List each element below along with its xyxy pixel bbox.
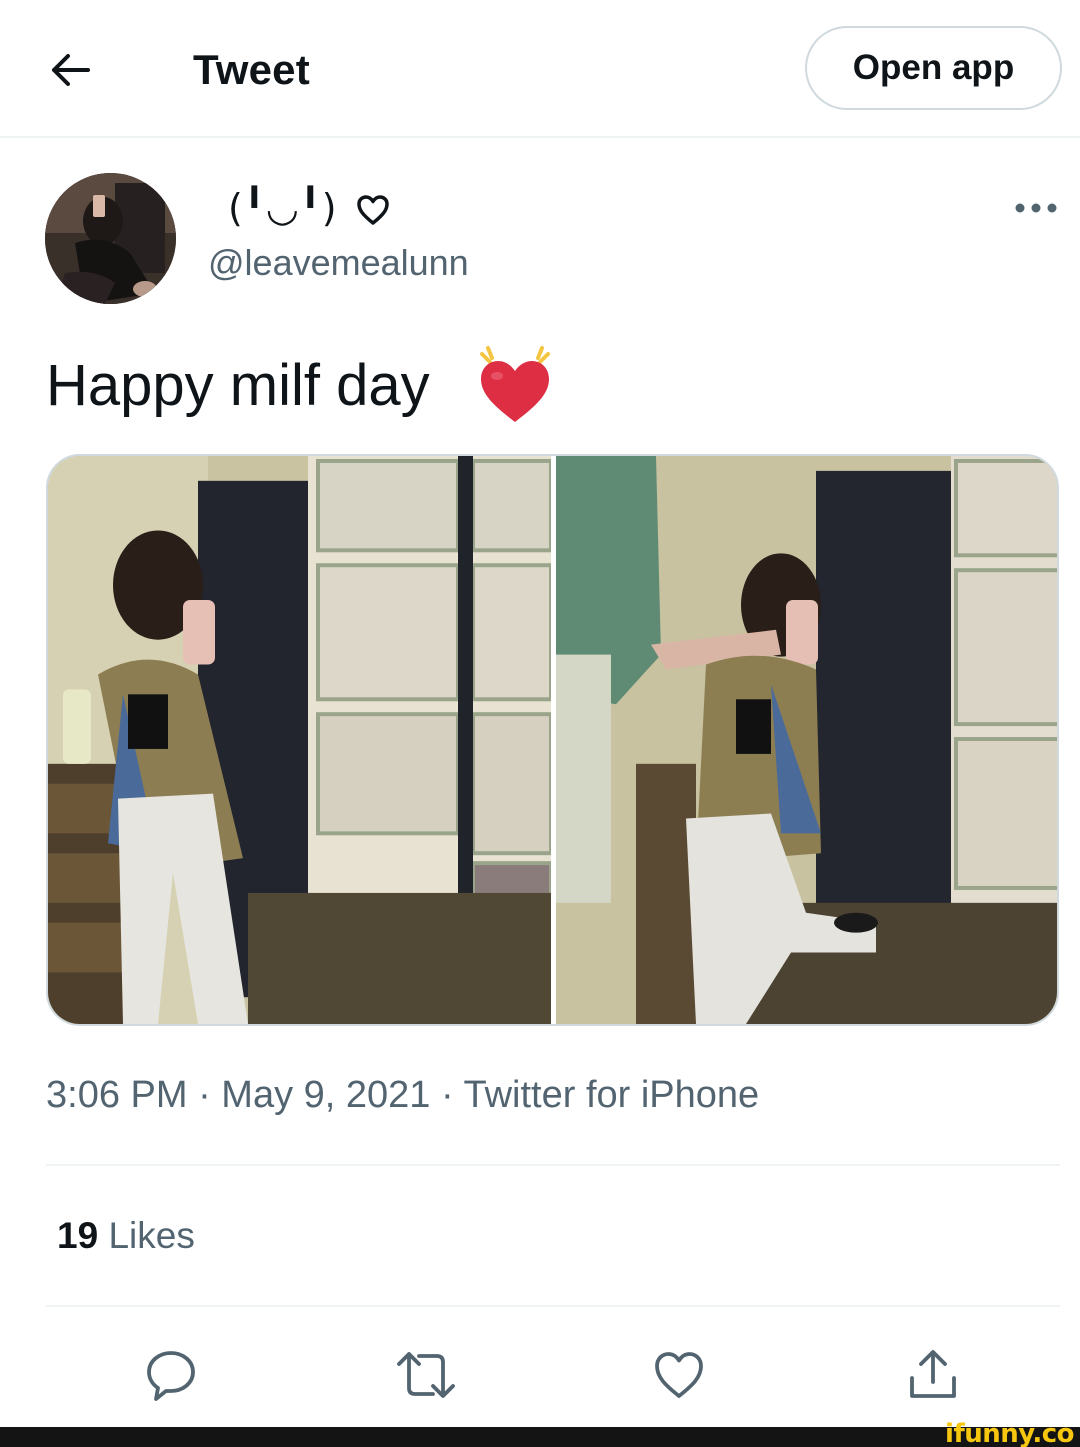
- heart-icon: [655, 1352, 703, 1398]
- display-name[interactable]: (╹◡╹): [228, 182, 337, 234]
- beating-heart-emoji-icon: [480, 346, 550, 422]
- tweet-timestamp[interactable]: 3:06 PM · May 9, 2021 · Twitter for iPho…: [46, 1070, 759, 1120]
- reply-button[interactable]: [136, 1340, 206, 1410]
- photo-2[interactable]: [556, 456, 1059, 1024]
- divider: [46, 1305, 1060, 1307]
- footer-bar: [0, 1427, 1080, 1447]
- retweet-button[interactable]: [391, 1340, 461, 1410]
- more-horizontal-icon: [1015, 203, 1057, 213]
- heart-outline-icon: [357, 195, 389, 225]
- avatar[interactable]: [45, 173, 176, 304]
- page-title: Tweet: [193, 46, 310, 93]
- more-options-button[interactable]: [1008, 186, 1064, 230]
- avatar-photo: [45, 173, 176, 304]
- share-button[interactable]: [898, 1340, 968, 1410]
- top-bar: Tweet Open app: [0, 0, 1080, 138]
- like-button[interactable]: [644, 1340, 714, 1410]
- likes-label: Likes: [108, 1215, 195, 1256]
- tweet-media: [46, 454, 1059, 1026]
- watermark-logo: ifunny.co: [945, 1419, 1074, 1447]
- tweet-text: Happy milf day: [46, 353, 430, 418]
- arrow-left-icon: [52, 54, 90, 86]
- reply-icon: [147, 1351, 195, 1401]
- share-icon: [910, 1350, 956, 1398]
- photo-1[interactable]: [48, 456, 551, 1024]
- open-app-button[interactable]: Open app: [805, 26, 1062, 110]
- retweet-icon: [397, 1352, 455, 1398]
- back-button[interactable]: [44, 44, 96, 96]
- divider: [46, 1164, 1060, 1166]
- user-handle[interactable]: @leavemealunn: [208, 240, 469, 286]
- likes-count: 19: [57, 1215, 99, 1256]
- likes-link[interactable]: 19 Likes: [57, 1212, 195, 1260]
